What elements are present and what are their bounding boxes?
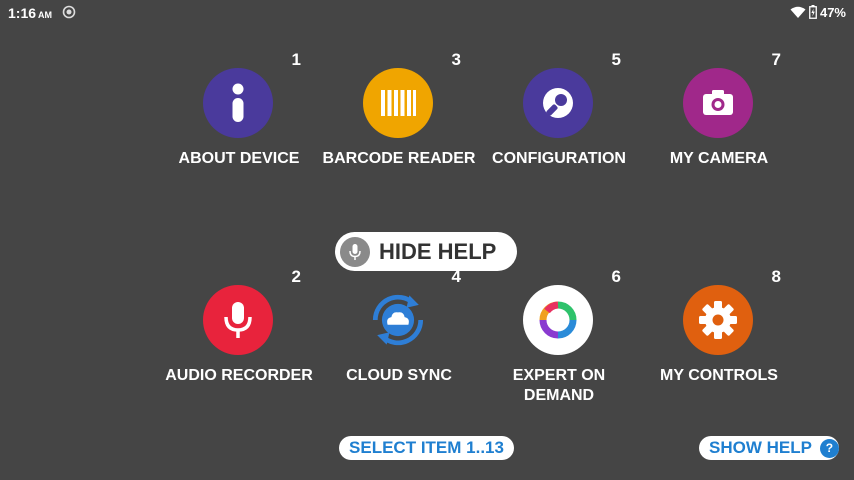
microphone-icon: [203, 285, 273, 355]
item-label: CONFIGURATION: [492, 150, 626, 167]
status-bar: 1:16 AM 47%: [0, 0, 854, 24]
wifi-icon: [790, 6, 806, 18]
item-number: 5: [611, 50, 621, 69]
show-help-button[interactable]: SHOW HELP ?: [699, 436, 839, 460]
item-label: AUDIO RECORDER: [165, 367, 313, 384]
wrench-icon: [523, 68, 593, 138]
hide-help-button[interactable]: HIDE HELP: [335, 232, 517, 271]
item-label: CLOUD SYNC: [346, 367, 452, 384]
clock-time: 1:16: [8, 5, 37, 21]
item-label: MY CONTROLS: [660, 367, 778, 384]
select-item-button[interactable]: SELECT ITEM 1..13: [339, 436, 514, 460]
info-icon: [203, 68, 273, 138]
item-label: EXPERT ON DEMAND: [512, 367, 606, 404]
hide-help-label: HIDE HELP: [379, 238, 497, 264]
expert-ring-icon: [523, 285, 593, 355]
cloud-sync-icon: [363, 285, 433, 355]
clock-ampm: AM: [38, 10, 53, 20]
barcode-icon: [363, 68, 433, 138]
item-label: BARCODE READER: [322, 150, 476, 167]
clock: 1:16 AM: [8, 5, 52, 21]
show-help-label: SHOW HELP: [709, 438, 812, 457]
sync-icon: [62, 5, 76, 19]
battery-percent: 47%: [819, 4, 846, 20]
select-item-label: SELECT ITEM 1..13: [349, 438, 504, 457]
item-number: 7: [771, 50, 781, 69]
item-label: ABOUT DEVICE: [178, 150, 300, 167]
microphone-icon: [340, 236, 370, 267]
status-right: 47%: [790, 4, 846, 20]
item-number: 2: [291, 267, 301, 286]
camera-icon: [683, 68, 753, 138]
item-number: 6: [611, 267, 621, 286]
item-number: 4: [451, 267, 461, 286]
item-number: 8: [771, 267, 781, 286]
help-question-icon: ?: [819, 438, 839, 458]
item-number: 1: [291, 50, 301, 69]
gear-icon: [683, 285, 753, 355]
battery-charging-icon: [809, 5, 817, 19]
item-number: 3: [451, 50, 461, 69]
item-label: MY CAMERA: [669, 150, 769, 167]
